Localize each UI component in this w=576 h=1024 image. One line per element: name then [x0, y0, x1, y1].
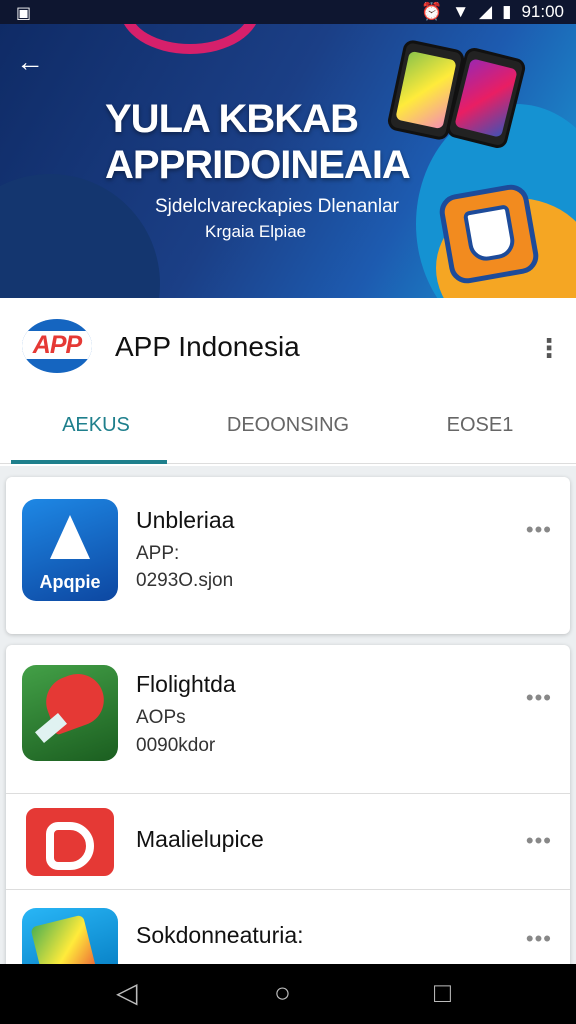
list-card: Flolightda AOPs 0090kdor ••• Maalielupic… — [6, 645, 570, 988]
list-item[interactable]: Maalielupice ••• — [6, 793, 570, 889]
item-title: Maalielupice — [136, 826, 264, 852]
more-horiz-icon[interactable]: ••• — [526, 926, 552, 952]
list-item[interactable]: Sokdonneaturia: ••• — [6, 889, 570, 988]
more-horiz-icon[interactable]: ••• — [526, 828, 552, 854]
status-time: 91:00 — [521, 2, 564, 21]
sim-icon: ▣ — [16, 5, 32, 22]
app-header: APP APP Indonesia ⋮ AEKUS DEOONSING EOSE… — [0, 298, 576, 466]
tab-aekus[interactable]: AEKUS — [0, 398, 192, 464]
item-title: Unbleriaa — [136, 507, 235, 533]
item-detail: 0293O.sjon — [136, 570, 234, 591]
app-name: APP Indonesia — [115, 331, 300, 362]
list-item[interactable]: Apqpie Unbleriaa APP: 0293O.sjon ••• — [6, 477, 570, 634]
item-title: Flolightda — [136, 671, 236, 697]
wifi-icon: ▼ — [452, 2, 470, 21]
battery-icon: ▮ — [502, 2, 512, 21]
alarm-icon: ⏰ — [421, 2, 443, 21]
back-triangle-icon[interactable]: ◁ — [116, 978, 138, 1008]
item-title: Sokdonneaturia: — [136, 922, 304, 948]
hero-subtitle-line2: Krgaia Elpiae — [205, 222, 307, 241]
system-nav-bar: ◁ ○ □ — [0, 964, 576, 1024]
app-logo-text: APP — [22, 331, 92, 359]
signal-icon: ◢ — [479, 2, 493, 21]
hero-subtitle-line1: Sjdelclvareckapies Dlenanlar — [155, 196, 399, 217]
more-horiz-icon[interactable]: ••• — [526, 685, 552, 711]
app-icon — [22, 665, 118, 761]
recents-square-icon[interactable]: □ — [434, 978, 451, 1008]
app-logo: APP — [22, 319, 92, 373]
back-arrow-icon[interactable]: ← — [16, 46, 48, 78]
hero-title-line2: APPRIDOINEAIA — [105, 143, 411, 187]
item-detail: 0090kdor — [136, 735, 216, 756]
list-card: Apqpie Unbleriaa APP: 0293O.sjon ••• — [6, 477, 570, 634]
tab-eose1[interactable]: EOSE1 — [384, 398, 576, 463]
home-circle-icon[interactable]: ○ — [274, 978, 291, 1008]
hero-banner: ← YULA KBKAB APPRIDOINEAIA Sjdelclvareck… — [0, 24, 576, 298]
list-item[interactable]: Flolightda AOPs 0090kdor ••• — [6, 645, 570, 793]
shopping-bag-icon — [436, 181, 542, 287]
app-icon: Apqpie — [22, 499, 118, 601]
tab-deoonsing[interactable]: DEOONSING — [192, 398, 384, 463]
item-subtitle: AOPs — [136, 707, 186, 728]
hero-title-line1: YULA KBKAB — [105, 97, 359, 141]
tab-bar: AEKUS DEOONSING EOSE1 — [0, 398, 576, 464]
more-vert-icon[interactable]: ⋮ — [536, 334, 562, 362]
app-icon-label: Apqpie — [39, 572, 101, 592]
status-bar: ▣ ⏰ ▼ ◢ ▮ 91:00 — [0, 0, 576, 24]
more-horiz-icon[interactable]: ••• — [526, 517, 552, 543]
app-icon — [22, 804, 118, 880]
hero-title: YULA KBKAB APPRIDOINEAIA — [105, 96, 411, 188]
item-subtitle: APP: — [136, 543, 180, 564]
